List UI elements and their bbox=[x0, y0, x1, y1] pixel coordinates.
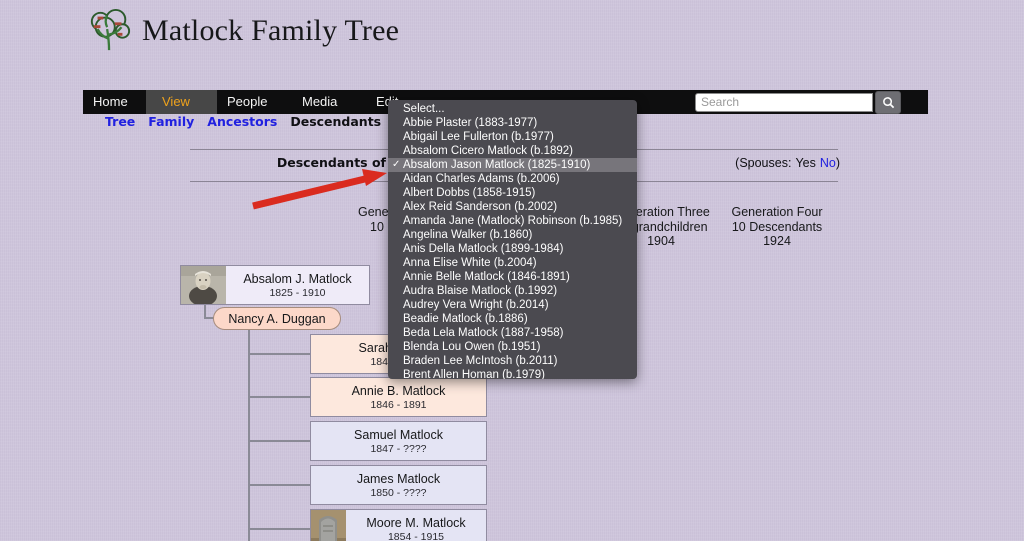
menu-people[interactable]: People bbox=[217, 90, 292, 114]
search-input[interactable] bbox=[695, 93, 873, 112]
person-dates: 1825 - 1910 bbox=[226, 287, 369, 299]
page: Matlock Family Tree Home View People Med… bbox=[0, 0, 1024, 541]
subnav-descendants: Descendants bbox=[290, 114, 381, 129]
person-box-child[interactable]: Samuel Matlock 1847 - ???? bbox=[310, 421, 487, 461]
generation-four-header: Generation Four 10 Descendants 1924 bbox=[692, 205, 862, 249]
person-box-child[interactable]: James Matlock 1850 - ???? bbox=[310, 465, 487, 505]
dropdown-option[interactable]: Beda Lela Matlock (1887-1958) bbox=[388, 326, 637, 340]
dropdown-option[interactable]: Absalom Cicero Matlock (b.1892) bbox=[388, 144, 637, 158]
gravestone-photo bbox=[311, 510, 346, 541]
dropdown-option[interactable]: Alex Reid Sanderson (b.2002) bbox=[388, 200, 637, 214]
person-dates: 1847 - ???? bbox=[311, 443, 486, 455]
descendants-of-label: Descendants of bbox=[186, 155, 386, 170]
dropdown-option[interactable]: Annie Belle Matlock (1846-1891) bbox=[388, 270, 637, 284]
dropdown-option[interactable]: Audra Blaise Matlock (b.1992) bbox=[388, 284, 637, 298]
dropdown-option[interactable]: Abbie Plaster (1883-1977) bbox=[388, 116, 637, 130]
person-name: Samuel Matlock bbox=[311, 428, 486, 443]
page-title: Matlock Family Tree bbox=[142, 14, 399, 48]
branch-line bbox=[249, 440, 310, 442]
spouses-toggle: (Spouses: Yes No) bbox=[638, 156, 840, 170]
descent-trunk-line bbox=[248, 329, 250, 541]
dropdown-option[interactable]: Abigail Lee Fullerton (b.1977) bbox=[388, 130, 637, 144]
branch-line bbox=[249, 484, 310, 486]
person-box-root[interactable]: Absalom J. Matlock 1825 - 1910 bbox=[180, 265, 370, 305]
branch-line bbox=[249, 353, 310, 355]
family-tree-logo-icon bbox=[86, 8, 134, 52]
generation-title: Generation Four bbox=[692, 205, 862, 220]
branch-line bbox=[249, 528, 310, 530]
spouse-name: Nancy A. Duggan bbox=[228, 312, 325, 326]
menu-media[interactable]: Media bbox=[292, 90, 366, 114]
person-dates: 1854 - 1915 bbox=[346, 531, 486, 541]
dropdown-option[interactable]: Select... bbox=[388, 102, 637, 116]
spouses-label-close: ) bbox=[836, 156, 840, 170]
dropdown-option[interactable]: Brent Allen Homan (b.1979) bbox=[388, 368, 637, 379]
person-box-child[interactable]: Moore M. Matlock 1854 - 1915 bbox=[310, 509, 487, 541]
dropdown-option[interactable]: Anna Elise White (b.2004) bbox=[388, 256, 637, 270]
dropdown-option[interactable]: Aidan Charles Adams (b.2006) bbox=[388, 172, 637, 186]
person-dates: 1846 - 1891 bbox=[311, 399, 486, 411]
person-name: James Matlock bbox=[311, 472, 486, 487]
search-icon bbox=[882, 96, 895, 109]
subnav-ancestors[interactable]: Ancestors bbox=[207, 114, 277, 129]
subnav-tree[interactable]: Tree bbox=[105, 114, 135, 129]
dropdown-option[interactable]: Anis Della Matlock (1899-1984) bbox=[388, 242, 637, 256]
subnav-family[interactable]: Family bbox=[148, 114, 194, 129]
person-name: Absalom J. Matlock bbox=[226, 272, 369, 287]
portrait-photo bbox=[181, 266, 226, 304]
search-group bbox=[695, 91, 901, 114]
spouses-no-link[interactable]: No bbox=[820, 156, 836, 170]
dropdown-option[interactable]: Angelina Walker (b.1860) bbox=[388, 228, 637, 242]
menu-home[interactable]: Home bbox=[83, 90, 146, 114]
search-button[interactable] bbox=[875, 91, 901, 114]
person-dates: 1850 - ???? bbox=[311, 487, 486, 499]
dropdown-option[interactable]: Blenda Lou Owen (b.1951) bbox=[388, 340, 637, 354]
person-select-dropdown: Select... Abbie Plaster (1883-1977) Abig… bbox=[388, 100, 637, 379]
dropdown-option[interactable]: Beadie Matlock (b.1886) bbox=[388, 312, 637, 326]
spouse-pill[interactable]: Nancy A. Duggan bbox=[213, 307, 341, 330]
spouses-yes: Yes bbox=[795, 156, 815, 170]
person-name: Annie B. Matlock bbox=[311, 384, 486, 399]
generation-year: 1924 bbox=[692, 234, 862, 249]
dropdown-option[interactable]: Albert Dobbs (1858-1915) bbox=[388, 186, 637, 200]
spouses-label: (Spouses: bbox=[735, 156, 791, 170]
view-subnav: Tree Family Ancestors Descendants Kin bbox=[105, 114, 417, 129]
menu-view-active[interactable]: View bbox=[146, 90, 217, 114]
branch-line bbox=[249, 396, 310, 398]
dropdown-option[interactable]: Amanda Jane (Matlock) Robinson (b.1985) bbox=[388, 214, 637, 228]
dropdown-option-selected[interactable]: ✓ Absalom Jason Matlock (1825-1910) bbox=[388, 158, 637, 172]
person-name: Moore M. Matlock bbox=[346, 516, 486, 531]
dropdown-option[interactable]: Audrey Vera Wright (b.2014) bbox=[388, 298, 637, 312]
dropdown-option[interactable]: Braden Lee McIntosh (b.2011) bbox=[388, 354, 637, 368]
generation-count: 10 Descendants bbox=[692, 220, 862, 235]
person-box-child[interactable]: Annie B. Matlock 1846 - 1891 bbox=[310, 377, 487, 417]
checkmark-icon: ✓ bbox=[392, 158, 400, 172]
